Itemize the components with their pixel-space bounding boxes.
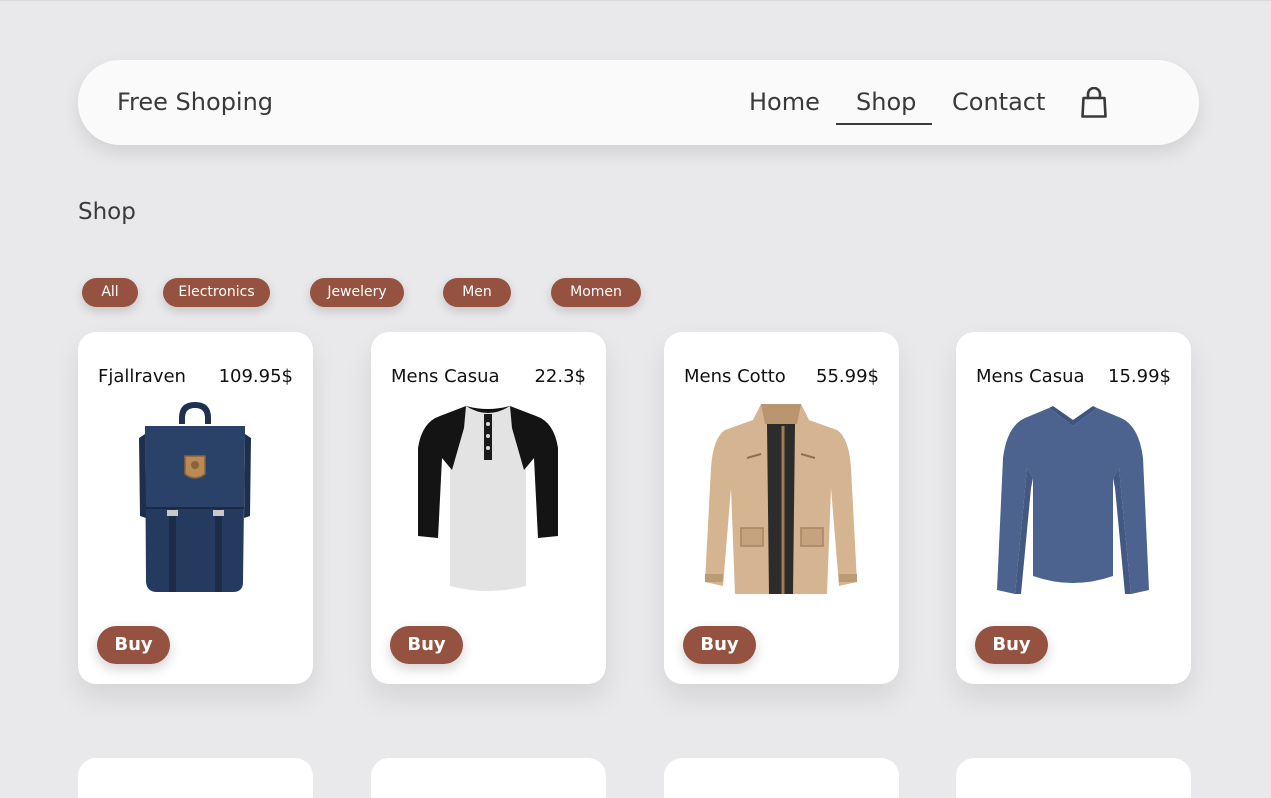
nav-link-shop[interactable]: Shop bbox=[856, 88, 916, 116]
product-price: 55.99$ bbox=[816, 366, 879, 387]
product-card: Fjallraven 109.95$ Buy bbox=[78, 332, 313, 684]
product-price: 22.3$ bbox=[534, 366, 586, 387]
product-card-partial bbox=[78, 758, 313, 798]
product-card: Mens Casua 15.99$ Buy bbox=[956, 332, 1191, 684]
nav-link-home[interactable]: Home bbox=[749, 88, 820, 116]
buy-button[interactable]: Buy bbox=[975, 626, 1048, 664]
filter-chip-momen[interactable]: Momen bbox=[551, 278, 641, 307]
product-card-partial bbox=[371, 758, 606, 798]
product-card: Mens Casua 22.3$ Buy bbox=[371, 332, 606, 684]
product-name: Mens Casua bbox=[976, 366, 1085, 387]
buy-button[interactable]: Buy bbox=[97, 626, 170, 664]
product-name: Mens Casua bbox=[391, 366, 500, 387]
buy-button[interactable]: Buy bbox=[683, 626, 756, 664]
active-nav-underline bbox=[836, 123, 932, 125]
product-card-partial bbox=[956, 758, 1191, 798]
product-image-jacket bbox=[701, 398, 861, 598]
product-card: Mens Cotto 55.99$ Buy bbox=[664, 332, 899, 684]
product-price: 15.99$ bbox=[1108, 366, 1171, 387]
nav-link-contact[interactable]: Contact bbox=[952, 88, 1045, 116]
buy-button[interactable]: Buy bbox=[390, 626, 463, 664]
product-image-backpack bbox=[115, 398, 275, 598]
page-title: Shop bbox=[78, 199, 136, 225]
product-name: Fjallraven bbox=[98, 366, 186, 387]
window-top-border bbox=[0, 0, 1271, 1]
product-image-raglan-tshirt bbox=[408, 398, 568, 598]
brand-logo-text[interactable]: Free Shoping bbox=[117, 88, 273, 116]
product-price: 109.95$ bbox=[218, 366, 293, 387]
product-image-long-sleeve-shirt bbox=[993, 398, 1153, 598]
product-card-partial bbox=[664, 758, 899, 798]
product-name: Mens Cotto bbox=[684, 366, 786, 387]
shopping-bag-icon[interactable] bbox=[1080, 86, 1108, 119]
filter-chip-men[interactable]: Men bbox=[443, 278, 511, 307]
filter-chip-jewelery[interactable]: Jewelery bbox=[310, 278, 404, 307]
navbar: Free Shoping Home Shop Contact bbox=[78, 60, 1199, 145]
filter-chip-electronics[interactable]: Electronics bbox=[163, 278, 270, 307]
filter-chip-all[interactable]: All bbox=[82, 278, 138, 307]
